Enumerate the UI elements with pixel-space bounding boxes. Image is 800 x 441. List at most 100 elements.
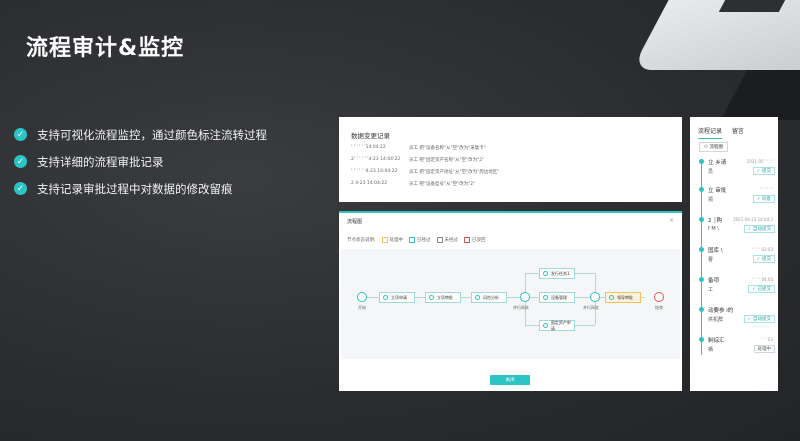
timeline-user: 供机群 — [708, 317, 724, 323]
start-label: 开始 — [358, 305, 366, 310]
timeline-item: 备项 ' ' ' ' 04:03 工 ✓ 已提交 — [699, 275, 775, 297]
end-node[interactable] — [654, 292, 664, 302]
node-status-icon — [543, 271, 548, 276]
change-log-card: 数据变更记录 ' ' ' ' ' '14:04:22 员工 把"设备名称"从"空… — [339, 117, 682, 202]
flow-node-task-1[interactable]: 发行任务1 — [539, 268, 575, 279]
feature-item: ✓ 支持详细的流程审批记录 — [14, 155, 267, 169]
node-label: 发行任务1 — [551, 270, 570, 276]
status-badge-label: 已提交 — [757, 287, 772, 292]
log-text: 员工 把"设备型号"从"空"改为"2" — [409, 182, 476, 187]
flow-node-project-apply[interactable]: 立项申请 — [379, 292, 415, 303]
node-label: 风险分析 — [483, 294, 499, 300]
legend: 节点状态说明: 处理中 已经过 未经过 已驳回 — [347, 237, 486, 243]
log-time: ' ' ' ' ' '4-23 14:04:22 — [351, 169, 398, 174]
parallel-gateway-icon[interactable] — [520, 292, 530, 302]
log-time: 2 4-23 14:04:22 — [351, 181, 388, 186]
legend-swatch-not-passed — [436, 237, 443, 243]
timeline-time: 2021-04-23 14:04:2 — [733, 217, 773, 222]
node-status-icon — [609, 295, 614, 300]
timeline-time: ' ' ' ' 03:03 — [751, 247, 773, 252]
node-label: 固定资产申请 — [550, 319, 571, 331]
node-status-icon — [475, 295, 480, 300]
check-icon: ✓ — [14, 182, 27, 195]
status-badge: ✓ 同意 — [752, 195, 775, 203]
timeline-node-name: 立 审批 — [708, 188, 727, 194]
check-icon: ✓ — [14, 128, 27, 141]
flow-dialog: 流程图 × 节点状态说明: 处理中 已经过 未经过 已驳回 开始 立项申请 立项… — [339, 211, 682, 391]
timeline-node-name: 立 乡请 — [708, 160, 727, 166]
flow-node-project-approve[interactable]: 立项审批 — [425, 292, 461, 303]
timeline-node-name: 备项 — [708, 278, 720, 284]
timeline-dot — [699, 247, 704, 252]
timeline-time: ' ' ' ' ' ' — [760, 187, 773, 192]
status-badge-label: 处理中 — [757, 347, 772, 352]
node-label: 立项审批 — [437, 294, 453, 300]
legend-swatch-processing — [381, 237, 388, 243]
node-label: 设备管理 — [551, 294, 567, 300]
node-status-icon — [543, 295, 548, 300]
flow-node-leader-approve[interactable]: 领导审批 — [605, 292, 641, 303]
node-label: 立项申请 — [391, 294, 407, 300]
status-badge: 处理中 — [753, 345, 775, 353]
timeline-dot — [699, 187, 704, 192]
start-node[interactable] — [357, 292, 367, 302]
flow-chart-button-label: 流程图 — [709, 145, 723, 150]
node-label: 领导审批 — [617, 294, 633, 300]
flow-node-asset-apply[interactable]: 固定资产申请 — [539, 320, 575, 331]
legend-item: 已经过 — [417, 238, 431, 243]
timeline-node-name: 国库 \ — [708, 248, 723, 254]
gateway-label: 并行网关 — [513, 305, 529, 310]
timeline-user: 领 — [708, 197, 714, 203]
timeline-dot — [699, 159, 704, 164]
process-record-panel: 流程记录 留言 ⚇ 流程图 立 乡请 2021-05 ' ' ' ' 员 ✓ 提… — [690, 117, 778, 391]
flow-chart-button[interactable]: ⚇ 流程图 — [699, 142, 728, 152]
legend-swatch-passed — [409, 237, 416, 243]
legend-item: 未经过 — [444, 238, 459, 243]
close-dialog-button[interactable]: 关闭 — [490, 375, 530, 385]
log-row: ' ' ' ' ' '14:04:22 员工 把"设备名称"从"空"改为"采集卡… — [351, 145, 486, 151]
timeline-time: ' ' ' ' 04:03 — [751, 277, 773, 282]
log-row: 2 4-23 14:04:22 员工 把"设备型号"从"空"改为"2" — [351, 181, 475, 187]
check-icon: ✓ — [14, 155, 27, 168]
timeline-dot — [699, 277, 704, 282]
timeline-item: 2 ┆购 2021-04-23 14:04:2 f M \ ✓ 自动提交 — [699, 215, 775, 237]
status-badge-label: 同意 — [762, 197, 771, 202]
log-row: 2' ' ' ' ' '4-23 14:04:22 员工 把"固定资产名称"从"… — [351, 157, 484, 163]
node-status-icon — [429, 295, 434, 300]
timeline-user: f M \ — [708, 226, 719, 232]
flow-node-risk-analysis[interactable]: 风险分析 — [471, 292, 507, 303]
status-badge: ✓ 自动提交 — [743, 225, 775, 233]
timeline-item: 国库 \ ' ' ' ' 03:03 曹 ✓ 提交 — [699, 245, 775, 267]
tab-message[interactable]: 留言 — [732, 126, 744, 139]
feature-item: ✓ 支持可视化流程监控，通过颜色标注流转过程 — [14, 127, 267, 142]
legend-label: 节点状态说明: — [347, 238, 376, 243]
parallel-gateway-icon[interactable] — [590, 292, 600, 302]
timeline-user: 曹 — [708, 257, 714, 263]
node-status-icon — [383, 295, 388, 300]
end-label: 结束 — [655, 305, 663, 310]
flow-node-device-manage[interactable]: 设备管理 — [539, 292, 575, 303]
status-badge: ✓ 提交 — [752, 167, 775, 175]
legend-swatch-rejected — [464, 237, 471, 243]
timeline-item: 立 乡请 2021-05 ' ' ' ' 员 ✓ 提交 — [699, 157, 775, 179]
timeline-user: 栖 — [708, 347, 714, 353]
timeline-user: 工 — [708, 287, 714, 293]
tab-process-record[interactable]: 流程记录 — [698, 126, 723, 139]
status-badge-label: 自动提交 — [753, 317, 771, 322]
feature-text: 支持可视化流程监控，通过颜色标注流转过程 — [37, 127, 267, 142]
log-row: ' ' ' ' ' '4-23 14:04:22 员工 把"固定资产地址"从"空… — [351, 169, 499, 175]
timeline-item: 制综汇 ' ' ' 03 栖 处理中 — [699, 335, 775, 357]
flow-canvas[interactable]: 开始 立项申请 立项审批 风险分析 并行网关 发行任务1 设备管理 固定资产申请 — [341, 249, 680, 359]
status-badge-label: 提交 — [762, 257, 771, 262]
log-time: ' ' ' ' ' '14:04:22 — [351, 145, 386, 150]
gateway-label: 并行网关 — [583, 305, 599, 310]
log-text: 员工 把"设备名称"从"空"改为"采集卡" — [409, 146, 486, 151]
timeline-item: 动要参 ⅰ的 供机群 ✓ 自动提交 — [699, 305, 775, 327]
timeline-node-name: 动要参 ⅰ的 — [708, 308, 734, 314]
timeline-user: 员 — [708, 169, 714, 175]
close-icon[interactable]: × — [669, 217, 674, 224]
timeline-item: 立 审批 ' ' ' ' ' ' 领 ✓ 同意 — [699, 185, 775, 207]
legend-item: 处理中 — [389, 238, 404, 243]
timeline-dot — [699, 307, 704, 312]
record-tabs: 流程记录 留言 — [698, 126, 754, 139]
